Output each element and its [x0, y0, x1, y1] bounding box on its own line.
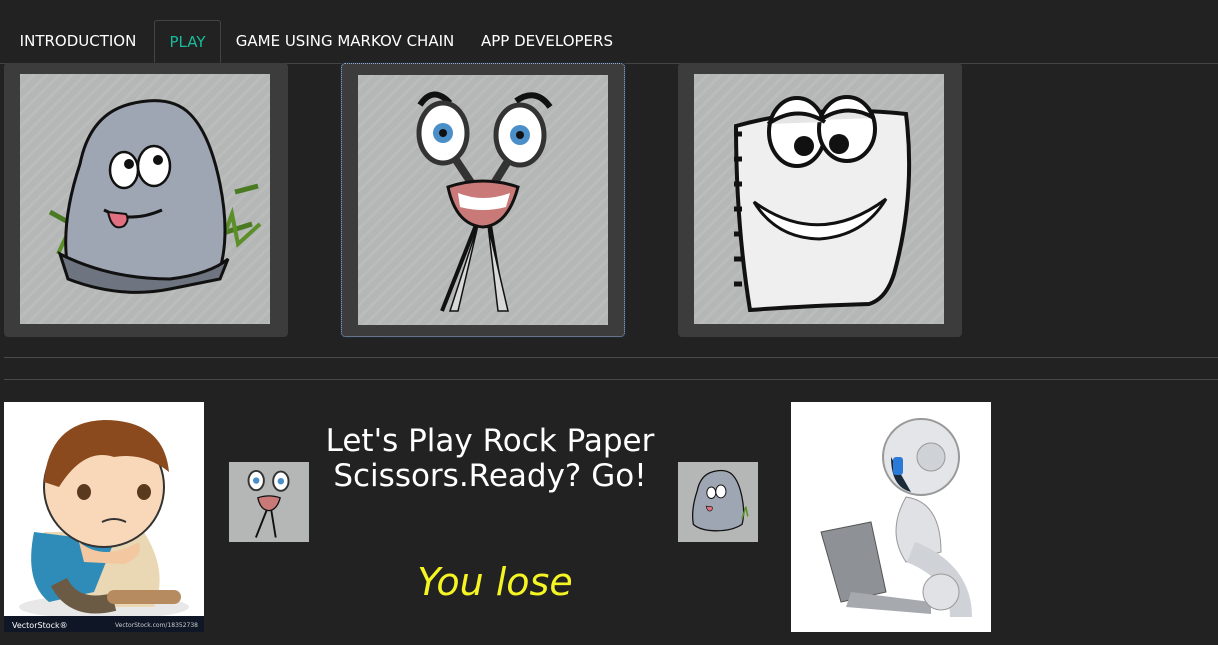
paper-character-icon	[694, 74, 944, 324]
paper-choice-button[interactable]	[678, 63, 962, 337]
tab-game-using-markov-chain[interactable]: GAME USING MARKOV CHAIN	[225, 20, 465, 63]
player-choice-scissors-icon	[229, 462, 309, 542]
scissors-choice-button[interactable]	[340, 62, 626, 338]
divider	[4, 357, 1218, 358]
game-headline: Let's Play Rock Paper Scissors.Ready? Go…	[325, 423, 655, 494]
rock-choice-button[interactable]	[4, 63, 288, 337]
computer-choice-rock-icon	[678, 462, 758, 542]
computer-avatar	[791, 402, 991, 632]
rock-character-icon	[20, 74, 270, 324]
watermark-url: VectorStock.com/18352738	[114, 622, 198, 629]
divider	[4, 379, 1218, 380]
scissors-character-icon	[358, 75, 608, 325]
watermark-brand: VectorStock®	[12, 621, 68, 630]
game-result: You lose	[417, 560, 573, 604]
nav-tabs: INTRODUCTION PLAY GAME USING MARKOV CHAI…	[0, 0, 1218, 64]
tab-play[interactable]: PLAY	[154, 20, 221, 63]
tab-app-developers[interactable]: APP DEVELOPERS	[470, 20, 624, 63]
tab-introduction[interactable]: INTRODUCTION	[4, 20, 152, 63]
player-avatar: VectorStock® VectorStock.com/18352738	[4, 402, 204, 632]
watermark-strip: VectorStock® VectorStock.com/18352738	[4, 616, 204, 632]
